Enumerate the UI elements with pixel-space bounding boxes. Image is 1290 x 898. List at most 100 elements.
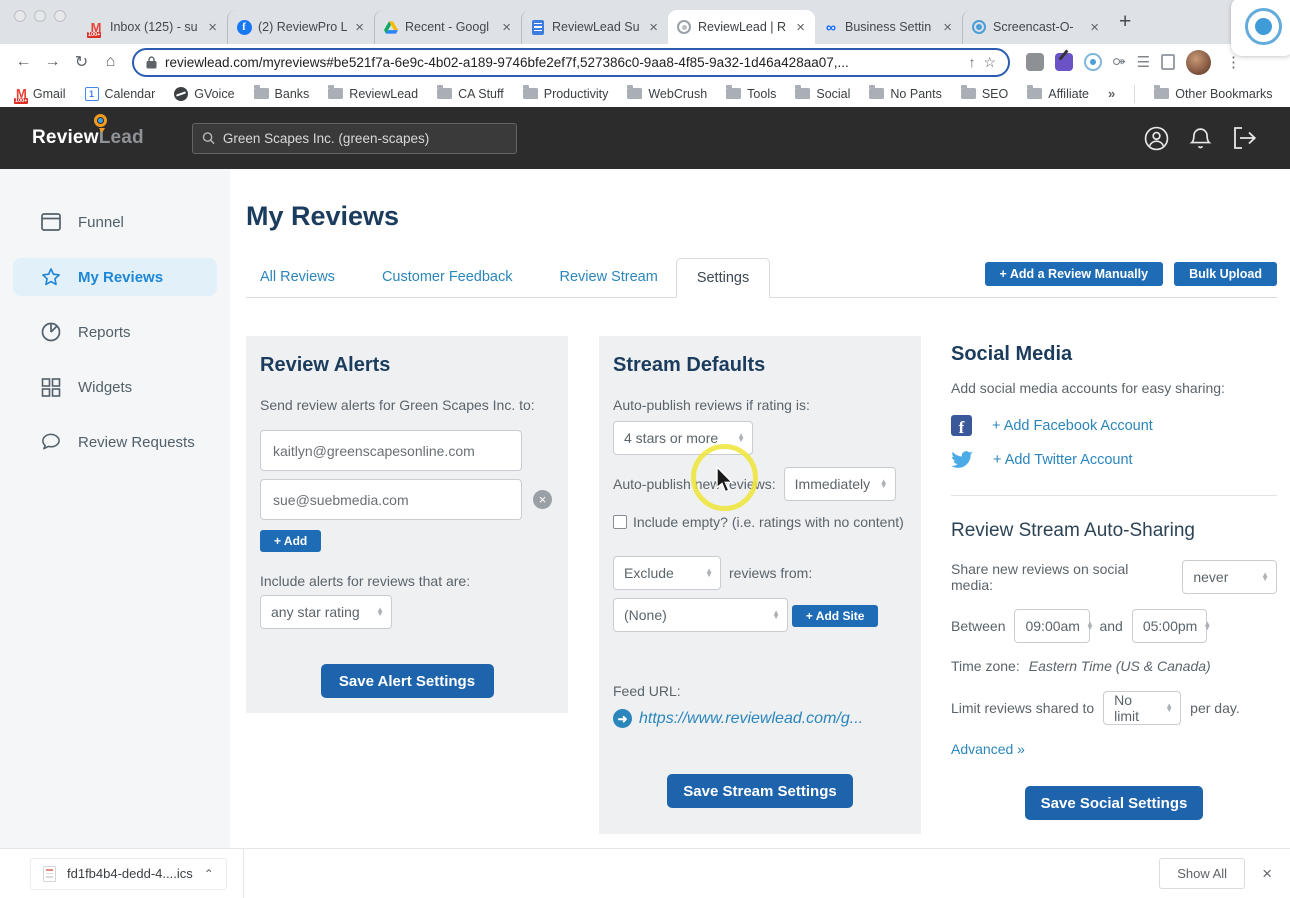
bookmarks-overflow-icon[interactable]: » [1108,86,1115,101]
home-button[interactable]: ⌂ [97,53,124,71]
file-options-chevron-icon[interactable]: ⌃ [204,867,214,881]
address-bar[interactable]: reviewlead.com/myreviews#be521f7a-6e9c-4… [132,47,1010,77]
search-input[interactable] [222,130,507,146]
bulk-upload-button[interactable]: Bulk Upload [1174,262,1277,286]
add-site-button[interactable]: + Add Site [791,605,879,627]
tab-close-icon[interactable]: × [353,19,366,36]
bookmark-folder-productivity[interactable]: Productivity [522,85,608,101]
account-icon[interactable] [1144,126,1169,151]
extension-stack-icon[interactable] [1026,53,1044,71]
add-email-button[interactable]: + Add [260,530,322,552]
browser-tab-reviewlead-survey[interactable]: ReviewLead Su × [521,10,668,44]
tab-close-icon[interactable]: × [941,19,954,36]
bookmark-folder-tools[interactable]: Tools [726,85,776,101]
tab-title: Inbox (125) - su [110,20,198,34]
share-frequency-select[interactable]: never ▲ ▼ [1182,560,1277,594]
daily-limit-select[interactable]: No limit ▲ ▼ [1103,691,1182,725]
per-day-label: per day. [1190,700,1240,716]
forward-button[interactable]: → [39,53,66,71]
add-facebook-account-link[interactable]: + Add Facebook Account [992,418,1153,434]
extension-sidebar-icon[interactable] [1161,54,1176,70]
bookmark-folder-webcrush[interactable]: WebCrush [627,85,707,101]
reviewlead-logo[interactable]: ReviewLead [32,114,144,149]
start-time-select[interactable]: 09:00am ▲ ▼ [1014,609,1094,643]
bookmark-folder-no-pants[interactable]: No Pants [869,85,942,101]
feed-url-link[interactable]: https://www.reviewlead.com/g... [639,710,863,728]
browser-tab-gmail[interactable]: M 100+ Inbox (125) - su × [80,10,227,44]
bookmark-folder-ca-stuff[interactable]: CA Stuff [437,85,504,101]
tab-close-icon[interactable]: × [647,19,660,36]
bookmark-folder-banks[interactable]: Banks [253,85,309,101]
page-title: My Reviews [246,201,400,231]
notifications-bell-icon[interactable] [1189,126,1212,151]
sidebar-item-widgets[interactable]: Widgets [13,368,217,406]
end-time-select[interactable]: 05:00pm ▲ ▼ [1131,609,1211,643]
close-download-bar-icon[interactable]: × [1262,864,1272,884]
section-divider [951,495,1277,496]
tab-customer-feedback[interactable]: Customer Feedback [382,269,513,285]
browser-tab-drive[interactable]: Recent - Googl × [374,10,521,44]
sidebar-item-reports[interactable]: Reports [13,313,217,351]
new-tab-button[interactable]: + [1109,10,1143,44]
save-social-settings-button[interactable]: Save Social Settings [1025,786,1203,820]
extension-eyedropper-icon[interactable] [1055,53,1073,71]
reload-button[interactable]: ↻ [68,52,95,72]
bookmark-folder-social[interactable]: Social [795,85,850,101]
account-search-box[interactable] [191,122,517,154]
tab-all-reviews[interactable]: All Reviews [260,269,335,285]
window-minimize-button[interactable] [34,10,46,22]
bookmark-folder-reviewlead[interactable]: ReviewLead [328,85,418,101]
bookmarks-bar: M 100+ Gmail 1 Calendar GVoice Banks Review… [0,80,1290,107]
bookmark-gmail[interactable]: M 100+ Gmail [14,86,66,104]
add-review-manually-button[interactable]: + Add a Review Manually [984,262,1164,286]
main-content: My Reviews All Reviews Customer Feedback… [230,169,1290,849]
save-alert-settings-button[interactable]: Save Alert Settings [320,664,494,698]
tab-settings-active[interactable]: Settings [675,258,771,298]
downloaded-file-chip[interactable]: fd1fb4b4-dedd-4....ics ⌃ [30,857,227,890]
bookmark-folder-affiliate[interactable]: Affiliate [1027,85,1089,101]
rating-threshold-select[interactable]: 4 stars or more ▲ ▼ [613,421,753,455]
browser-tab-business-settings[interactable]: ∞ Business Settin × [815,10,962,44]
panel-title: Stream Defaults [613,354,766,376]
alert-email-input-1[interactable] [260,430,522,471]
tab-close-icon[interactable]: × [794,19,807,36]
extension-screencast-icon[interactable] [1084,53,1102,71]
share-icon[interactable]: ↑ [968,54,975,70]
bookmark-star-icon[interactable]: ☆ [983,54,996,71]
remove-email-icon[interactable]: × [533,490,552,509]
window-close-button[interactable] [14,10,26,22]
browser-tab-screencast[interactable]: Screencast-O- × [962,10,1109,44]
reviews-from-label: reviews from: [729,565,813,581]
tab-review-stream[interactable]: Review Stream [560,269,658,285]
browser-tab-facebook[interactable]: f (2) ReviewPro L × [227,10,374,44]
window-zoom-button[interactable] [54,10,66,22]
publish-timing-select[interactable]: Immediately ▲ ▼ [783,467,896,501]
show-all-downloads-button[interactable]: Show All [1159,858,1246,889]
search-icon [202,132,215,145]
site-select[interactable]: (None) ▲ ▼ [613,598,788,632]
add-twitter-account-link[interactable]: + Add Twitter Account [993,452,1133,468]
logout-icon[interactable] [1232,126,1258,150]
back-button[interactable]: ← [10,53,37,71]
include-exclude-select[interactable]: Exclude ▲ ▼ [613,556,721,590]
tab-close-icon[interactable]: × [206,19,219,36]
extension-list-icon[interactable]: ☰ [1137,53,1150,71]
sidebar-item-my-reviews[interactable]: My Reviews [13,258,217,296]
tab-close-icon[interactable]: × [500,19,513,36]
bookmark-folder-seo[interactable]: SEO [960,85,1008,101]
alert-email-input-2[interactable] [260,479,522,520]
save-stream-settings-button[interactable]: Save Stream Settings [667,774,853,808]
advanced-link[interactable]: Advanced » [951,741,1025,757]
window-controls [8,0,80,44]
star-rating-select[interactable]: any star rating ▲ ▼ [260,595,392,629]
include-empty-checkbox[interactable] [613,515,627,529]
other-bookmarks[interactable]: Other Bookmarks [1154,85,1273,101]
sidebar-item-funnel[interactable]: Funnel [13,203,217,241]
extensions-puzzle-icon[interactable]: ⚩ [1113,53,1126,71]
bookmark-gvoice[interactable]: GVoice [174,86,235,101]
bookmark-calendar[interactable]: 1 Calendar [84,86,155,101]
sidebar-item-review-requests[interactable]: Review Requests [13,423,217,461]
tab-close-icon[interactable]: × [1088,19,1101,36]
profile-avatar[interactable] [1186,49,1212,75]
browser-tab-reviewlead-active[interactable]: ReviewLead | R × [668,10,815,44]
